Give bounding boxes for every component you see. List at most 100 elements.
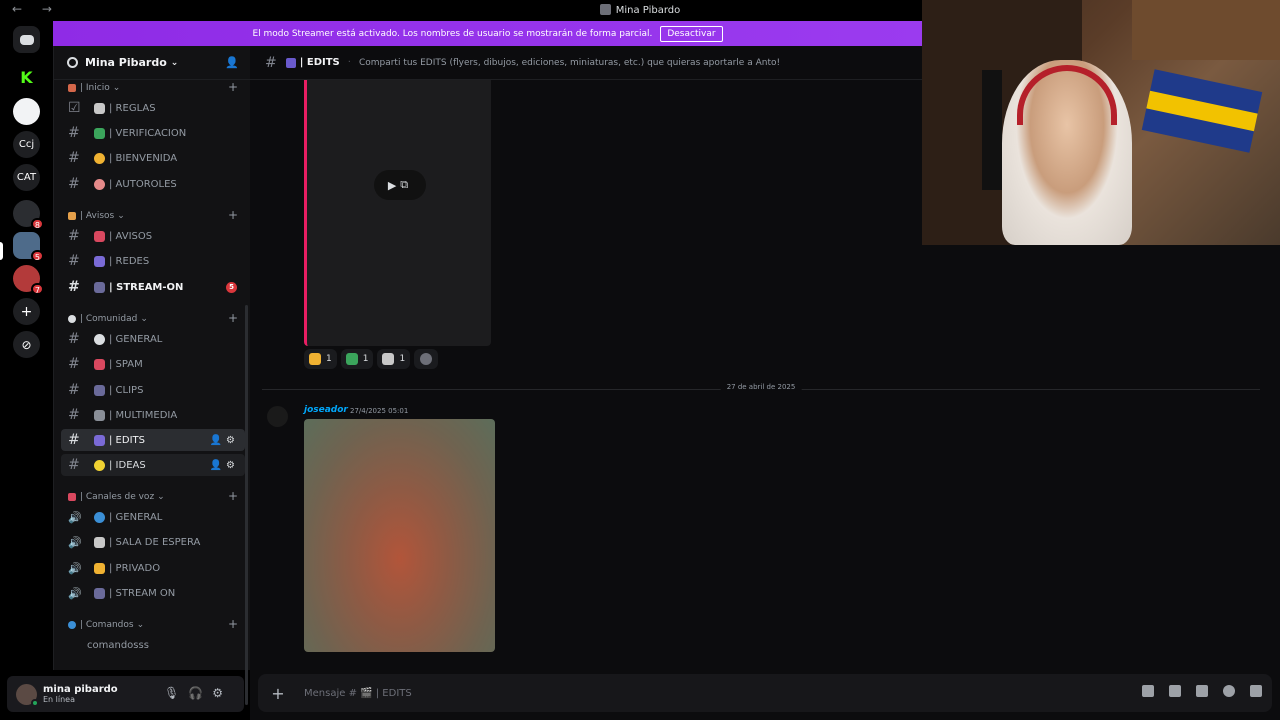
channel-multimedia[interactable]: # | MULTIMEDIA [61,404,245,426]
reaction-thumbs-up[interactable]: 1 [304,349,337,369]
people-icon [94,384,105,396]
message-timestamp: 27/4/2025 05:01 [350,407,409,415]
add-channel-icon[interactable]: + [228,80,238,94]
gift-icon[interactable] [1142,685,1154,697]
server-cat-label: CAT [16,172,37,183]
hash-icon: # [68,331,80,347]
message-input[interactable]: Mensaje # 🎬 | EDITS [304,688,412,699]
voice-general[interactable]: 🔊 | GENERAL [61,506,245,528]
avatar[interactable] [16,683,39,707]
channel-label: | REGLAS [109,102,156,114]
date-divider-label: 27 de abril de 2025 [720,383,802,391]
server-ccj[interactable]: Ccj [13,131,40,158]
server-c[interactable]: 5 [13,232,44,262]
channel-topic[interactable]: Comparti tus EDITS (flyers, dibujos, edi… [359,58,780,68]
channel-edits[interactable]: # | EDITS 👤⚙ [61,429,245,451]
sticker-icon[interactable] [1196,685,1208,697]
reaction-goat[interactable]: 1 [377,349,411,369]
server-rail: K Ccj CAT 8 5 7 + ⊘ [0,21,53,720]
hash-icon: # [68,432,80,448]
channel-comandosss[interactable]: comandosss [61,634,245,656]
hash-icon: # [68,150,80,166]
attach-plus-icon[interactable]: + [258,684,298,703]
microphone-icon[interactable]: 🎙 [164,686,188,700]
channel-clips[interactable]: # | CLIPS [61,379,245,401]
voice-sala-de-espera[interactable]: 🔊 | SALA DE ESPERA [61,531,245,553]
server-b[interactable]: 8 [13,200,44,230]
server-d[interactable]: 7 [13,265,44,295]
channel-label: | SALA DE ESPERA [109,536,201,548]
user-info[interactable]: mina pibardo En línea [43,684,118,704]
add-channel-icon[interactable]: + [228,208,238,222]
category-inicio[interactable]: | Inicio ⌄ + [68,80,238,94]
reactions-row: 1 1 1 [304,349,442,369]
message-composer: + Mensaje # 🎬 | EDITS [258,674,1272,712]
palette-icon [94,178,105,190]
server-cat[interactable]: CAT [13,164,40,191]
category-voice[interactable]: | Canales de voz ⌄ + [68,489,238,503]
add-server-button[interactable]: + [13,298,40,325]
emoji-icon[interactable] [1223,685,1235,697]
discord-home-button[interactable] [13,26,40,53]
sidebar-scrollbar[interactable] [245,305,248,705]
channel-verificacion[interactable]: # | VERIFICACION [61,122,245,144]
check-icon [94,127,105,139]
headphones-icon[interactable]: 🎧 [188,686,212,700]
avatar[interactable] [267,406,288,427]
channel-settings-icons[interactable]: 👤⚙ [210,435,239,446]
plus-icon: + [20,303,33,320]
streamer-mode-banner: El modo Streamer está activado. Los nomb… [53,21,922,46]
megaphone-icon [94,230,105,242]
people-icon [94,281,105,293]
channel-reglas[interactable]: ☑ | REGLAS [61,97,245,119]
add-reaction-button[interactable] [414,349,439,369]
add-channel-icon[interactable]: + [228,617,238,631]
channel-settings-icons[interactable]: 👤⚙ [210,460,239,471]
hash-icon: # [68,457,80,473]
category-comandos[interactable]: | Comandos ⌄ + [68,617,238,631]
voice-stream-on[interactable]: 🔊 | STREAM ON [61,582,245,604]
channel-stream-on[interactable]: # | STREAM-ON 5 [61,276,245,298]
video-embed[interactable]: ▶ ⧉ [304,80,491,346]
channel-label: | EDITS [109,434,145,446]
chevron-down-icon: ⌄ [117,211,125,221]
category-avisos[interactable]: | Avisos ⌄ + [68,208,238,222]
add-channel-icon[interactable]: + [228,489,238,503]
message-author[interactable]: joseador [304,405,348,415]
voice-privado[interactable]: 🔊 | PRIVADO [61,557,245,579]
channel-avisos[interactable]: # | AVISOS [61,225,245,247]
channel-sidebar: Mina Pibardo ⌄ 👤 | Inicio ⌄ + ☑ | REGLAS # |… [53,46,250,705]
online-status-icon [31,698,39,707]
server-a[interactable] [13,98,40,125]
channel-ideas[interactable]: # | IDEAS 👤⚙ [61,454,245,476]
add-channel-icon[interactable]: + [228,311,238,325]
user-controls[interactable]: 🎙🎧⚙ [164,686,232,700]
shield-icon [68,621,76,629]
category-label: | Comandos [80,620,134,630]
channel-label: | STREAM-ON [109,281,184,293]
channel-autoroles[interactable]: # | AUTOROLES [61,173,245,195]
add-member-icon[interactable]: 👤 [225,56,239,69]
category-comunidad[interactable]: | Comunidad ⌄ + [68,311,238,325]
unread-badge: 5 [30,250,44,262]
server-header[interactable]: Mina Pibardo ⌄ 👤 [54,46,250,80]
image-attachment[interactable] [304,419,495,652]
discover-button[interactable]: ⊘ [13,331,40,358]
speaker-icon: 🔊 [68,510,82,524]
bell-icon [68,212,76,220]
channel-spam[interactable]: # | SPAM [61,353,245,375]
deactivate-button[interactable]: Desactivar [660,25,723,42]
goat-icon [382,353,395,365]
gear-icon[interactable]: ⚙ [212,686,232,700]
apps-icon[interactable] [1250,685,1262,697]
channel-bienvenida[interactable]: # | BIENVENIDA [61,147,245,169]
channel-redes[interactable]: # | REDES [61,250,245,272]
play-icon: ▶ [387,178,401,192]
gif-icon[interactable] [1169,685,1181,697]
channel-general[interactable]: # | GENERAL [61,328,245,350]
server-kick[interactable]: K [13,64,40,91]
wave-icon [94,152,105,164]
play-button[interactable]: ▶ ⧉ [374,170,426,200]
banner-text: El modo Streamer está activado. Los nomb… [252,28,653,39]
reaction-check[interactable]: 1 [340,349,374,369]
